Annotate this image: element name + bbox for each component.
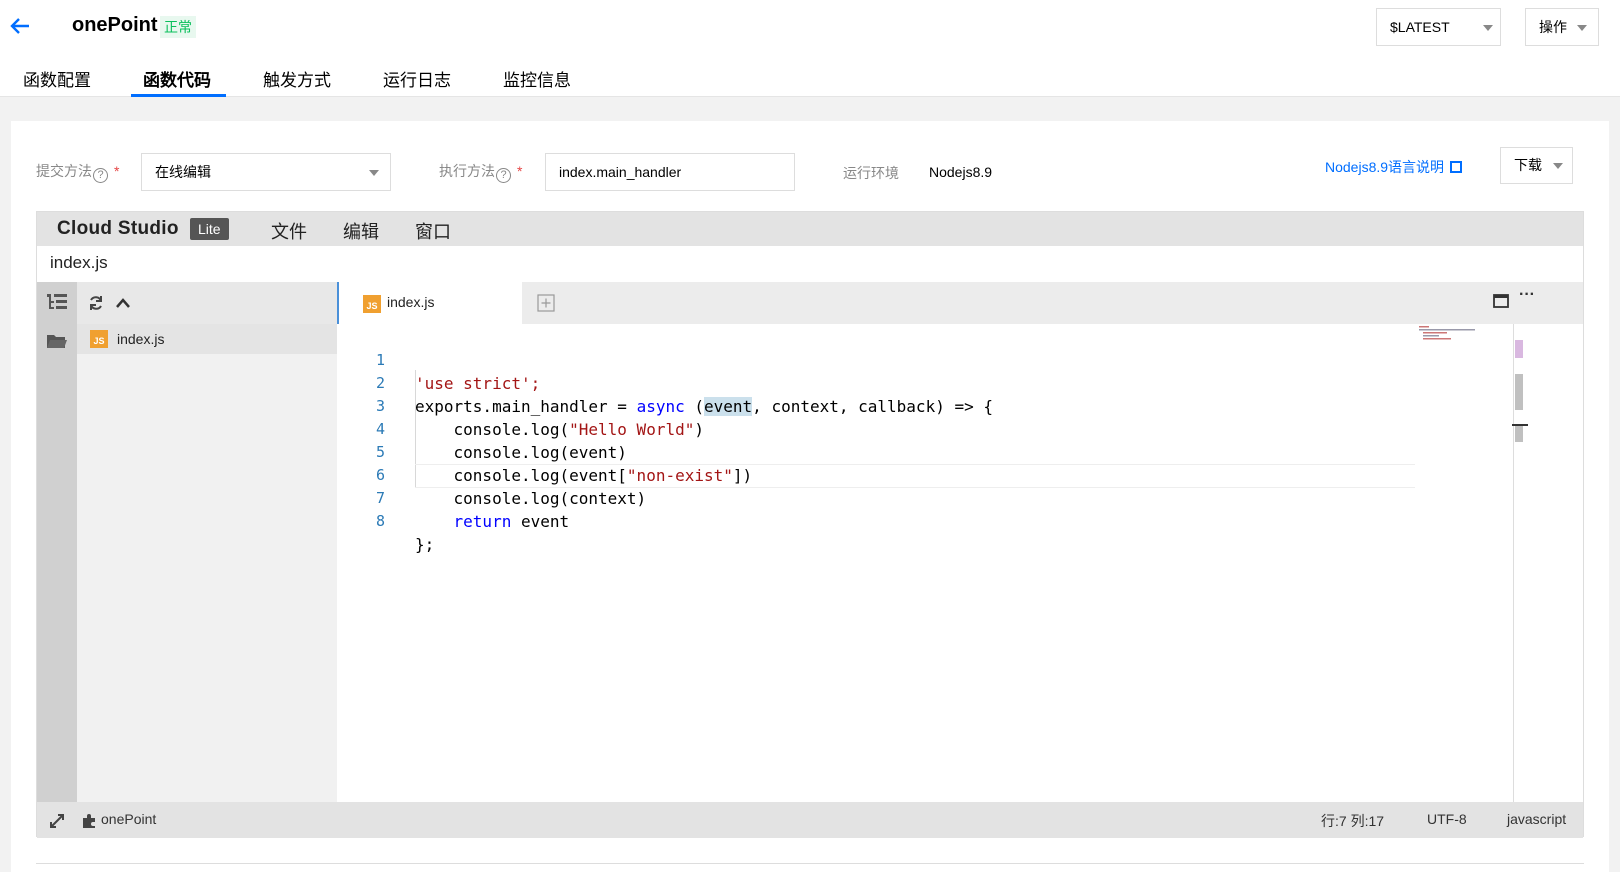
runtime-label: 运行环境 [843, 165, 899, 181]
help-icon[interactable]: ? [496, 168, 511, 183]
file-explorer-toolbar [77, 282, 337, 324]
exec-method-text: 执行方法 [439, 163, 495, 179]
required-mark: * [517, 163, 523, 179]
code-text: }; [415, 535, 435, 554]
language-mode[interactable]: javascript [1507, 811, 1566, 827]
tab-function-code[interactable]: 函数代码 [143, 66, 211, 91]
menu-window[interactable]: 窗口 [415, 218, 451, 244]
required-mark: * [114, 163, 120, 179]
maximize-icon[interactable] [1493, 294, 1509, 308]
folder-icon[interactable] [46, 332, 68, 350]
code-text: 'use strict'; [415, 372, 540, 396]
menu-file[interactable]: 文件 [271, 218, 307, 244]
code-line: 5 console.log(event["non-exist"]) [337, 416, 752, 485]
exec-method-label: 执行方法? * [439, 161, 522, 183]
submit-method-text: 提交方法 [36, 163, 92, 179]
status-badge: 正常 [160, 16, 196, 38]
js-file-icon: JS [90, 330, 108, 348]
code-text: console.log("Hello World") [415, 420, 704, 439]
code-area[interactable]: 1 'use strict'; 2 exports.main_handler =… [337, 324, 1528, 802]
code-line: 8 }; [337, 485, 434, 554]
code-editor: JS index.js ··· 1 'use strict'; 2 export… [337, 282, 1583, 802]
ide-brand: Cloud Studio [57, 218, 179, 239]
code-line: 1 'use strict'; [337, 324, 540, 393]
function-name-title: onePoint [72, 14, 158, 36]
scrollbar-thumb[interactable] [1515, 374, 1523, 410]
code-line: 4 console.log(event) [337, 393, 627, 462]
file-tree-icon[interactable] [46, 292, 68, 312]
tab-monitor[interactable]: 监控信息 [503, 66, 571, 91]
chevron-down-icon [1483, 25, 1493, 31]
code-text: console.log(event) [415, 443, 627, 462]
project-name: onePoint [101, 811, 157, 827]
page-header: onePoint 正常 $LATEST 操作 函数配置 函数代码 触发方式 运行… [0, 0, 1620, 97]
language-doc-link-text: Nodejs8.9语言说明 [1325, 159, 1445, 175]
external-link-icon [1450, 161, 1463, 173]
ide-menubar: Cloud Studio Lite 文件 编辑 窗口 [37, 212, 1583, 246]
editor-tab-bar: JS index.js ··· [337, 282, 1583, 324]
runtime-value: Nodejs8.9 [929, 164, 993, 180]
operations-label: 操作 [1539, 19, 1567, 35]
tab-function-config[interactable]: 函数配置 [23, 66, 91, 91]
line-number: 8 [375, 512, 385, 530]
code-text: exports.main_handler = async (event, con… [415, 397, 993, 416]
operations-dropdown[interactable]: 操作 [1525, 8, 1599, 46]
back-arrow-icon[interactable] [8, 14, 32, 38]
language-doc-link[interactable]: Nodejs8.9语言说明 [1325, 157, 1463, 177]
puzzle-icon [83, 814, 95, 828]
menu-edit[interactable]: 编辑 [343, 218, 379, 244]
code-line: 2 exports.main_handler = async (event, c… [337, 347, 993, 416]
code-line: 3 console.log("Hello World") [337, 370, 704, 439]
refresh-icon[interactable] [88, 295, 104, 311]
expand-icon[interactable] [49, 813, 65, 829]
help-icon[interactable]: ? [93, 168, 108, 183]
editor-tab-label: index.js [387, 294, 435, 310]
version-select[interactable]: $LATEST [1376, 8, 1501, 46]
new-tab-plus-icon[interactable] [537, 294, 555, 312]
editor-scrollbar[interactable] [1512, 324, 1528, 802]
collapse-up-icon[interactable] [115, 296, 131, 310]
cursor-position[interactable]: 行:7 列:17 [1321, 811, 1384, 831]
ide-status-bar: onePoint 行:7 列:17 UTF-8 javascript [37, 802, 1583, 838]
lite-badge: Lite [190, 218, 229, 240]
exec-method-input[interactable] [545, 153, 795, 191]
ide-activity-bar [37, 282, 77, 802]
chevron-down-icon [1577, 25, 1587, 31]
chevron-down-icon [369, 170, 379, 176]
current-file-bar: index.js [37, 246, 1583, 282]
code-line: 7 return event [337, 462, 569, 531]
current-file-name: index.js [50, 253, 108, 272]
file-tree-item-label: index.js [117, 331, 165, 347]
scrollbar-marker [1515, 426, 1523, 442]
cloud-studio-ide: Cloud Studio Lite 文件 编辑 窗口 index.js JS i… [36, 211, 1584, 838]
submit-method-label: 提交方法? * [36, 161, 119, 183]
version-select-label: $LATEST [1390, 19, 1450, 35]
submit-method-select[interactable]: 在线编辑 [141, 153, 391, 191]
code-text: console.log(event["non-exist"]) [415, 466, 753, 485]
code-token: 'use strict'; [415, 374, 541, 393]
submit-method-value: 在线编辑 [155, 164, 211, 180]
download-label: 下载 [1514, 157, 1542, 173]
download-button[interactable]: 下载 [1500, 147, 1573, 184]
file-encoding[interactable]: UTF-8 [1427, 811, 1467, 827]
file-tree-item[interactable]: JS index.js [77, 324, 337, 354]
tab-trigger[interactable]: 触发方式 [263, 66, 331, 91]
code-line: 6 console.log(context) [337, 439, 646, 508]
tab-run-log[interactable]: 运行日志 [383, 66, 451, 91]
minimap[interactable] [1417, 324, 1479, 344]
scrollbar-marker [1515, 340, 1523, 358]
js-file-icon: JS [363, 295, 381, 313]
divider [36, 863, 1584, 864]
more-options-icon[interactable]: ··· [1519, 286, 1535, 304]
file-explorer: JS index.js [77, 282, 337, 802]
active-tab-indicator [131, 94, 226, 97]
code-text: console.log(context) [415, 489, 647, 508]
chevron-down-icon [1553, 163, 1563, 169]
editor-tab-index-js[interactable]: JS index.js [337, 282, 522, 324]
code-text: return event [453, 512, 570, 531]
